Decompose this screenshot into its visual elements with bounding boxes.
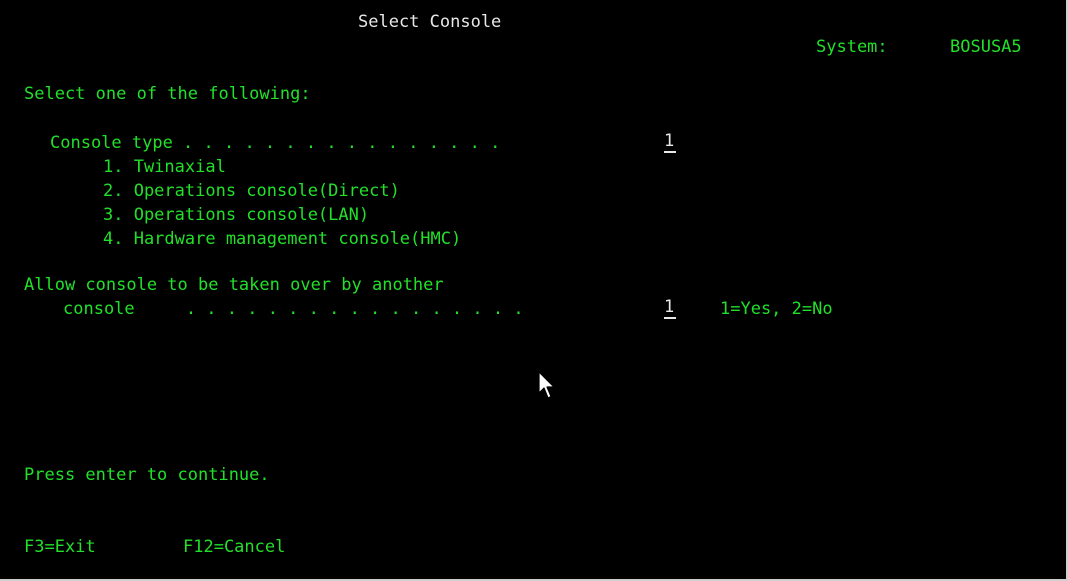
console-option-lan: 3. Operations console(LAN) xyxy=(103,205,370,225)
status-message: Press enter to continue. xyxy=(24,465,270,485)
takeover-label: Allow console to be taken over by anothe… xyxy=(24,275,444,295)
system-name: BOSUSA5 xyxy=(950,37,1022,57)
system-label: System: xyxy=(816,37,888,57)
takeover-label-continued: console . . . . . . . . . . . . . . . . … xyxy=(63,299,524,319)
console-type-label: Console type . . . . . . . . . . . . . .… xyxy=(50,133,501,153)
takeover-hint: 1=Yes, 2=No xyxy=(720,299,833,319)
f3-exit-key[interactable]: F3=Exit xyxy=(24,535,96,559)
console-type-field[interactable] xyxy=(664,131,676,153)
console-option-hmc: 4. Hardware management console(HMC) xyxy=(103,229,462,249)
screen-title: Select Console xyxy=(358,12,502,32)
takeover-field[interactable] xyxy=(664,297,676,319)
terminal-screen: Select Console System: BOSUSA5 Select on… xyxy=(0,0,1068,581)
selection-prompt: Select one of the following: xyxy=(24,84,311,104)
f12-cancel-key[interactable]: F12=Cancel xyxy=(183,535,285,559)
mouse-pointer-icon xyxy=(538,371,555,399)
console-option-twinaxial: 1. Twinaxial xyxy=(103,157,226,177)
console-option-direct: 2. Operations console(Direct) xyxy=(103,181,400,201)
